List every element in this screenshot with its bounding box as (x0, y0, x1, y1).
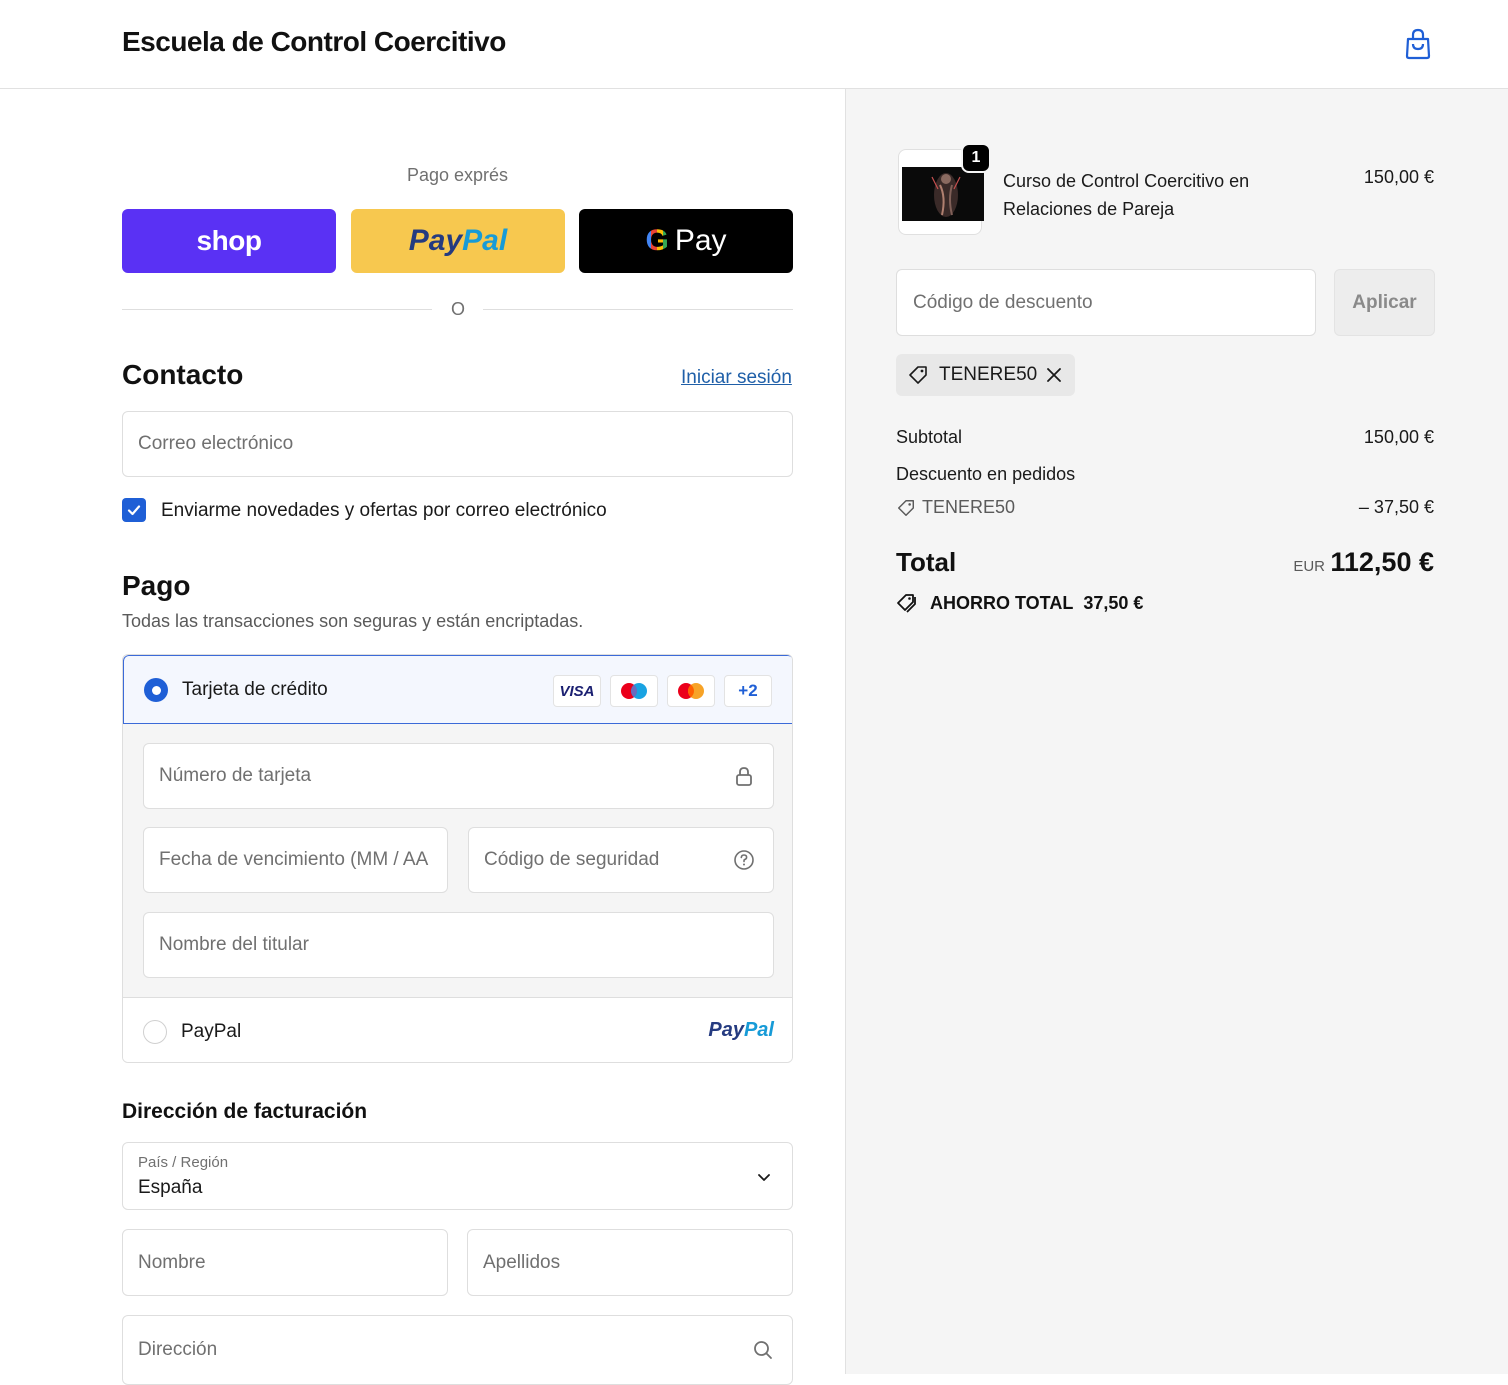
product-image (902, 167, 984, 221)
google-pay-label: Pay (674, 224, 727, 257)
total-value: 112,50 € (1330, 547, 1434, 577)
address-placeholder: Dirección (138, 1339, 218, 1360)
help-icon[interactable] (733, 849, 755, 871)
credit-card-label: Tarjeta de crédito (182, 679, 328, 700)
product-price: 150,00 € (1363, 167, 1434, 187)
discount-code-placeholder: Código de descuento (913, 291, 1093, 313)
lock-icon (736, 767, 752, 786)
discount-value: – 37,50 € (1358, 497, 1434, 517)
total-label: Total (896, 547, 957, 577)
last-name-placeholder: Apellidos (483, 1251, 561, 1273)
checkout-form: Pago exprés shop Pay Pal G Pay O Contacto … (0, 89, 845, 1385)
order-summary: 1 Curso de Control Coercitivo en Relacio… (845, 89, 1508, 1374)
contact-heading: Contacto (122, 359, 244, 390)
subtotal-label: Subtotal (896, 427, 963, 447)
express-checkout-label: Pago exprés (406, 165, 509, 185)
divider-left (122, 309, 432, 310)
order-discount-label: Descuento en pedidos (896, 464, 1076, 484)
check-icon (127, 505, 141, 516)
savings-value: 37,50 € (1083, 592, 1144, 613)
header: Escuela de Control Coercitivo (0, 0, 1508, 89)
paypal-option[interactable]: PayPal PayPal (123, 998, 792, 1062)
savings-label: AHORRO TOTAL (930, 592, 1074, 613)
chevron-down-icon (758, 1174, 770, 1181)
quantity-badge: 1 (961, 143, 991, 173)
card-number-field[interactable]: Número de tarjeta (143, 743, 774, 809)
cardholder-name-placeholder: Nombre del titular (159, 934, 309, 955)
paypal-logo-part1: Pay (408, 224, 463, 257)
paypal-radio[interactable] (143, 1020, 167, 1044)
subtotal-value: 150,00 € (1363, 427, 1434, 447)
expiry-placeholder: Fecha de vencimiento (MM / AA (159, 849, 429, 870)
discount-code-input[interactable]: Código de descuento (896, 269, 1316, 336)
total-savings: AHORRO TOTAL 37,50 € (896, 592, 1143, 614)
applied-discount-chip: TENERE50 (896, 354, 1075, 396)
shop-pay-button[interactable]: shop (122, 209, 336, 273)
applied-code-text: TENERE50 (939, 364, 1038, 385)
security-code-field[interactable]: Código de seguridad (468, 827, 774, 893)
paypal-logo-part2: Pal (462, 224, 508, 257)
email-placeholder: Correo electrónico (138, 433, 294, 454)
credit-card-option[interactable]: Tarjeta de crédito VISA +2 (123, 655, 792, 724)
product-name: Curso de Control Coercitivo en Relacione… (1003, 171, 1250, 219)
remove-code-icon[interactable] (1043, 364, 1065, 386)
paypal-express-button[interactable]: Pay Pal (351, 209, 565, 273)
address-field[interactable]: Dirección (122, 1315, 793, 1385)
cardholder-name-field[interactable]: Nombre del titular (143, 912, 774, 978)
store-name[interactable]: Escuela de Control Coercitivo (122, 26, 506, 58)
shopping-bag-icon[interactable] (1403, 28, 1433, 60)
card-details: Número de tarjeta Fecha de vencimiento (… (123, 724, 792, 998)
last-name-field[interactable]: Apellidos (467, 1229, 793, 1296)
email-field[interactable]: Correo electrónico (122, 411, 793, 477)
expiry-field[interactable]: Fecha de vencimiento (MM / AA (143, 827, 448, 893)
billing-heading: Dirección de facturación (122, 1100, 368, 1123)
first-name-field[interactable]: Nombre (122, 1229, 448, 1296)
login-link[interactable]: Iniciar sesión (681, 367, 792, 389)
search-icon (754, 1341, 772, 1359)
payment-methods: Tarjeta de crédito VISA +2 Número de tar… (122, 654, 793, 1063)
first-name-placeholder: Nombre (138, 1251, 206, 1273)
newsletter-label: Enviarme novedades y ofertas por correo … (161, 500, 607, 521)
total-currency: EUR (1293, 558, 1325, 575)
paypal-logo: PayPal (708, 1019, 774, 1041)
discount-code-row: TENERE50 (896, 497, 1015, 518)
country-caption: País / Región (138, 1154, 229, 1171)
maestro-icon (610, 675, 658, 707)
shop-pay-logo: shop (196, 225, 262, 256)
card-number-placeholder: Número de tarjeta (159, 765, 312, 786)
apply-discount-button[interactable]: Aplicar (1334, 269, 1435, 336)
discount-code-text: TENERE50 (922, 497, 1016, 517)
tag-icon (898, 499, 914, 516)
payment-heading: Pago (122, 570, 191, 601)
credit-card-radio[interactable] (144, 678, 168, 702)
more-cards-badge: +2 (724, 675, 772, 707)
google-pay-button[interactable]: G Pay (579, 209, 793, 273)
paypal-option-label: PayPal (181, 1021, 242, 1042)
mastercard-icon (667, 675, 715, 707)
divider-or-text: O (450, 299, 465, 319)
tag-icon (909, 366, 927, 384)
visa-icon: VISA (553, 675, 601, 707)
divider-right (483, 309, 793, 310)
google-g-icon: G (645, 224, 669, 257)
savings-tag-icon (897, 594, 916, 613)
country-select[interactable]: País / Región España (122, 1142, 793, 1210)
country-value: España (138, 1177, 203, 1198)
newsletter-checkbox[interactable] (122, 498, 146, 522)
security-code-placeholder: Código de seguridad (484, 849, 660, 870)
payment-subtitle: Todas las transacciones son seguras y es… (122, 611, 584, 631)
